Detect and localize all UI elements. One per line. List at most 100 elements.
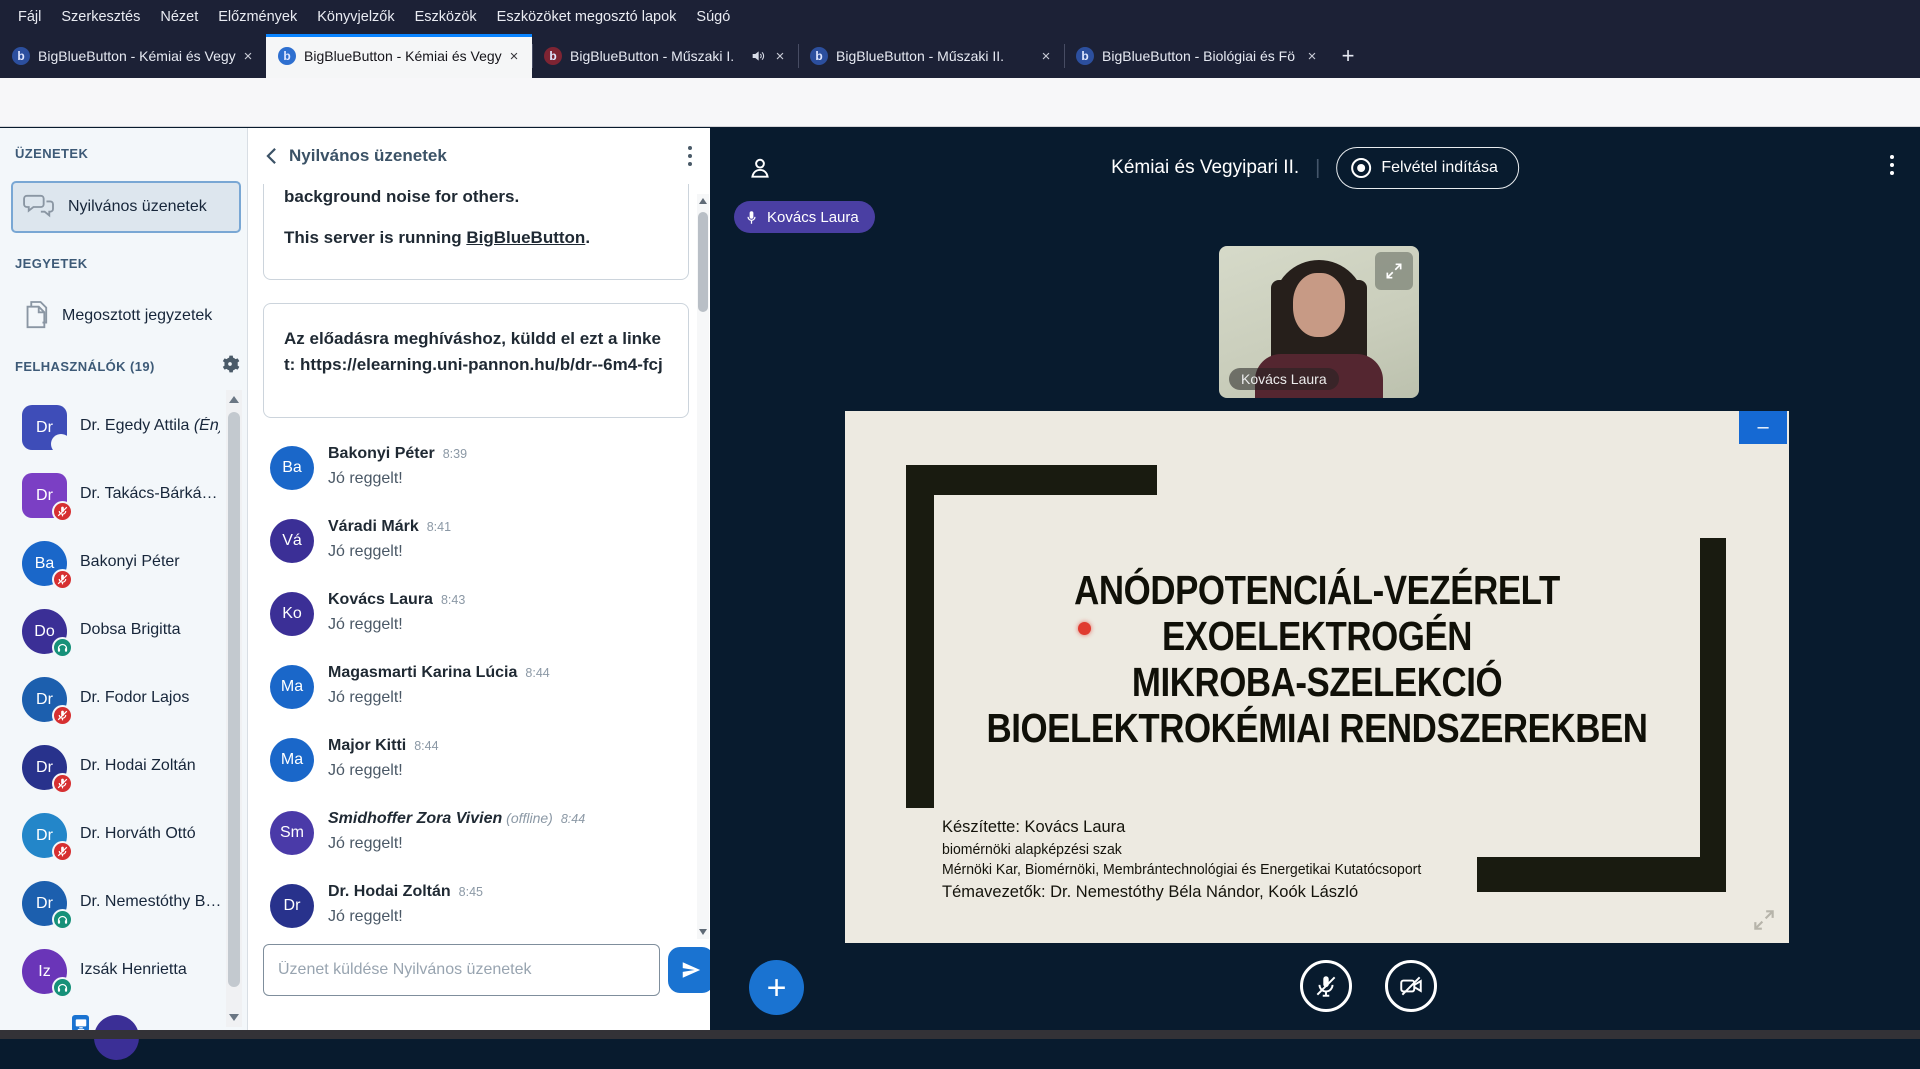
slide-title-line: BIOELEKTROKÉMIAI RENDSZEREKBEN: [916, 705, 1718, 751]
tab-close-button[interactable]: ×: [238, 48, 258, 65]
new-tab-button[interactable]: +: [1330, 34, 1366, 78]
menu-item-6[interactable]: Eszközöket megosztó lapok: [487, 0, 687, 34]
chat-avatar: Sm: [270, 811, 314, 855]
tab-close-button[interactable]: ×: [1302, 48, 1322, 65]
tab-close-button[interactable]: ×: [504, 48, 524, 65]
user-name: Dr. Horváth Ottó: [80, 825, 196, 843]
manage-users-gear-icon[interactable]: [220, 354, 240, 374]
scroll-up-arrow-icon[interactable]: [229, 396, 239, 403]
browser-tab-3[interactable]: b BigBlueButton - Műszaki II.×: [798, 34, 1064, 78]
notes-heading: JEGYETEK: [15, 256, 88, 271]
userlist-scrollbar-thumb[interactable]: [228, 412, 240, 987]
send-message-button[interactable]: [668, 947, 714, 993]
unmute-microphone-button[interactable]: [1300, 960, 1352, 1012]
chat-avatar: Vá: [270, 519, 314, 563]
menu-item-2[interactable]: Nézet: [150, 0, 208, 34]
user-list-item[interactable]: [0, 1013, 225, 1069]
share-webcam-button[interactable]: [1385, 960, 1437, 1012]
menu-item-3[interactable]: Előzmények: [208, 0, 307, 34]
bottom-strip: [0, 1030, 1920, 1039]
start-recording-button[interactable]: Felvétel indítása: [1336, 147, 1519, 189]
user-list-item[interactable]: BaBakonyi Péter: [0, 541, 225, 597]
scroll-down-arrow-icon[interactable]: [699, 929, 707, 935]
presentation-slide[interactable]: – ANÓDPOTENCIÁL-VEZÉRELTEXOELEKTROGÉNMIK…: [845, 411, 1789, 943]
listen-only-badge-icon: [52, 909, 73, 930]
microphone-muted-badge-icon: [52, 501, 73, 522]
user-list-item[interactable]: DrDr. Takács-Bárká…: [0, 473, 225, 529]
user-avatar: Dr: [22, 405, 67, 450]
slide-credit-line: Készítette: Kovács Laura: [942, 817, 1421, 837]
chat-avatar: Ma: [270, 665, 314, 709]
browser-tab-1[interactable]: bBigBlueButton - Kémiai és Vegy×: [266, 34, 532, 78]
user-list-item[interactable]: DrDr. Fodor Lajos: [0, 677, 225, 733]
microphone-muted-icon: [1313, 973, 1339, 999]
avatar-notch: [51, 434, 71, 454]
talking-indicator[interactable]: Kovács Laura: [734, 201, 875, 233]
chat-message: BaBakonyi Péter8:39Jó reggelt!: [270, 443, 680, 516]
chat-scrollbar-thumb[interactable]: [698, 212, 708, 312]
fullscreen-presentation-button[interactable]: [1751, 907, 1777, 933]
microphone-muted-badge-icon: [52, 773, 73, 794]
scroll-up-arrow-icon[interactable]: [699, 198, 707, 204]
browser-tab-2[interactable]: bBigBlueButton - Műszaki I.×: [532, 34, 798, 78]
tab-close-button[interactable]: ×: [770, 48, 790, 65]
chat-message-input[interactable]: [263, 944, 660, 996]
chat-message-author: Dr. Hodai Zoltán8:45: [328, 883, 483, 901]
tab-close-button[interactable]: ×: [1036, 48, 1056, 65]
scroll-down-arrow-icon[interactable]: [229, 1014, 239, 1021]
bigbluebutton-favicon-icon: b: [810, 47, 828, 65]
chat-scrollbar[interactable]: [697, 194, 709, 939]
chat-message-time: 8:45: [459, 885, 483, 899]
menu-item-1[interactable]: Szerkesztés: [51, 0, 150, 34]
chat-message-author: Bakonyi Péter8:39: [328, 445, 467, 463]
chat-options-kebab-icon[interactable]: [688, 146, 692, 166]
chat-messages-viewport[interactable]: background noise for others. This server…: [248, 128, 693, 940]
public-chat-label: Nyilvános üzenetek: [68, 198, 207, 216]
expand-arrows-icon: [1384, 261, 1404, 281]
user-list-item[interactable]: IzIzsák Henrietta: [0, 949, 225, 1005]
menu-item-5[interactable]: Eszközök: [405, 0, 487, 34]
chat-message-author: Kovács Laura8:43: [328, 591, 465, 609]
menu-item-4[interactable]: Könyvjelzők: [307, 0, 404, 34]
actions-plus-button[interactable]: +: [749, 960, 804, 1015]
chat-message-text: Jó reggelt!: [328, 470, 403, 488]
webcam-fullscreen-button[interactable]: [1375, 252, 1413, 290]
user-list-item[interactable]: DrDr. Nemestóthy B…: [0, 881, 225, 937]
user-list-item[interactable]: DrDr. Egedy Attila (Én): [0, 405, 225, 461]
bigbluebutton-link[interactable]: BigBlueButton: [466, 228, 585, 247]
userlist-scrollbar[interactable]: [226, 390, 242, 1027]
webcam-video[interactable]: Kovács Laura: [1219, 246, 1419, 398]
slide-credit-line: Témavezetők: Dr. Nemestóthy Béla Nándor,…: [942, 882, 1421, 902]
browser-menubar: FájlSzerkesztésNézetElőzményekKönyvjelző…: [0, 0, 1920, 34]
chevron-left-icon[interactable]: [266, 147, 277, 165]
options-kebab-icon[interactable]: [1890, 155, 1894, 175]
tab-title: BigBlueButton - Műszaki II.: [836, 48, 1036, 64]
browser-tab-4[interactable]: bBigBlueButton - Biológiai és Fö×: [1064, 34, 1330, 78]
invite-text: Az előadásra meghíváshoz, küldd el ezt a…: [284, 329, 663, 374]
user-list-item[interactable]: DrDr. Hodai Zoltán: [0, 745, 225, 801]
tab-audio-icon[interactable]: [750, 48, 766, 64]
expand-arrows-icon: [1751, 907, 1777, 933]
chat-message-author: Magasmarti Karina Lúcia8:44: [328, 664, 550, 682]
chat-message-time: 8:43: [441, 593, 465, 607]
user-list-item[interactable]: DoDobsa Brigitta: [0, 609, 225, 665]
browser-tab-0[interactable]: bBigBlueButton - Kémiai és Vegy×: [0, 34, 266, 78]
person-icon[interactable]: [747, 155, 773, 181]
tab-audio-icon[interactable]: [750, 48, 766, 64]
listen-only-badge-icon: [52, 637, 73, 658]
chat-message: MaMagasmarti Karina Lúcia8:44Jó reggelt!: [270, 662, 680, 735]
minimize-presentation-button[interactable]: –: [1739, 411, 1787, 444]
slide-title: ANÓDPOTENCIÁL-VEZÉRELTEXOELEKTROGÉNMIKRO…: [916, 567, 1718, 751]
webcam-name-label: Kovács Laura: [1229, 368, 1339, 390]
user-name: Izsák Henrietta: [80, 961, 187, 979]
shared-notes-icon: [21, 300, 49, 332]
welcome-message-box: background noise for others. This server…: [263, 168, 689, 280]
sidebar-item-public-chat[interactable]: Nyilvános üzenetek: [11, 181, 241, 233]
chat-message: VáVáradi Márk8:41Jó reggelt!: [270, 516, 680, 589]
menu-item-0[interactable]: Fájl: [8, 0, 51, 34]
user-list-item[interactable]: DrDr. Horváth Ottó: [0, 813, 225, 869]
sidebar-item-shared-notes[interactable]: Megosztott jegyzetek: [11, 293, 241, 339]
menu-item-7[interactable]: Súgó: [686, 0, 740, 34]
user-name: Dr. Fodor Lajos: [80, 689, 189, 707]
microphone-muted-badge-icon: [52, 705, 73, 726]
